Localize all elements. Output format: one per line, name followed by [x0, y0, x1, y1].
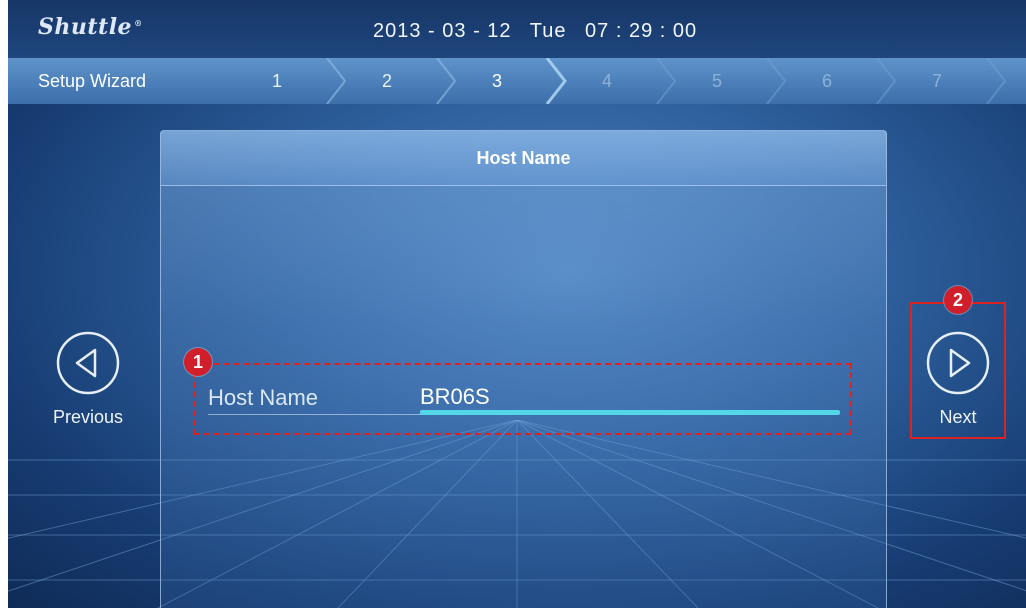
callout-2-highlight — [910, 302, 1006, 439]
wizard-title: Setup Wizard — [38, 71, 147, 91]
wizard-step-1[interactable]: 1 — [227, 58, 327, 104]
wizard-step-6: 6 — [821, 71, 832, 91]
previous-button[interactable]: Previous — [48, 330, 128, 428]
wizard-step-2[interactable]: 2 — [337, 58, 437, 104]
panel-title: Host Name — [161, 131, 886, 186]
callout-2-badge: 2 — [944, 286, 972, 314]
previous-arrow-icon — [56, 331, 120, 395]
callout-1-badge: 1 — [184, 348, 212, 376]
date-time: 2013 - 03 - 12 Tue 07 : 29 : 00 — [373, 20, 709, 43]
wizard-step-3[interactable]: 3 — [447, 58, 547, 104]
step-separator-icon — [986, 58, 1007, 104]
previous-label: Previous — [52, 407, 124, 427]
time: 07 : 29 : 00 — [585, 20, 698, 42]
wizard-step-5: 5 — [711, 71, 722, 91]
wizard-step-bar: Setup Wizard 1 2 3 4 5 6 7 — [8, 58, 1026, 104]
weekday: Tue — [529, 20, 567, 42]
callout-1-highlight — [194, 363, 852, 435]
wizard-step-4: 4 — [601, 71, 612, 91]
wizard-step-7: 7 — [931, 71, 942, 91]
setup-wizard-screen: Shuttle ® 2013 - 03 - 12 Tue 07 : 29 : 00… — [8, 0, 1026, 608]
top-bar: Shuttle ® 2013 - 03 - 12 Tue 07 : 29 : 00 — [8, 0, 1026, 58]
shuttle-logo: Shuttle ® — [38, 14, 143, 40]
date: 2013 - 03 - 12 — [373, 20, 512, 42]
